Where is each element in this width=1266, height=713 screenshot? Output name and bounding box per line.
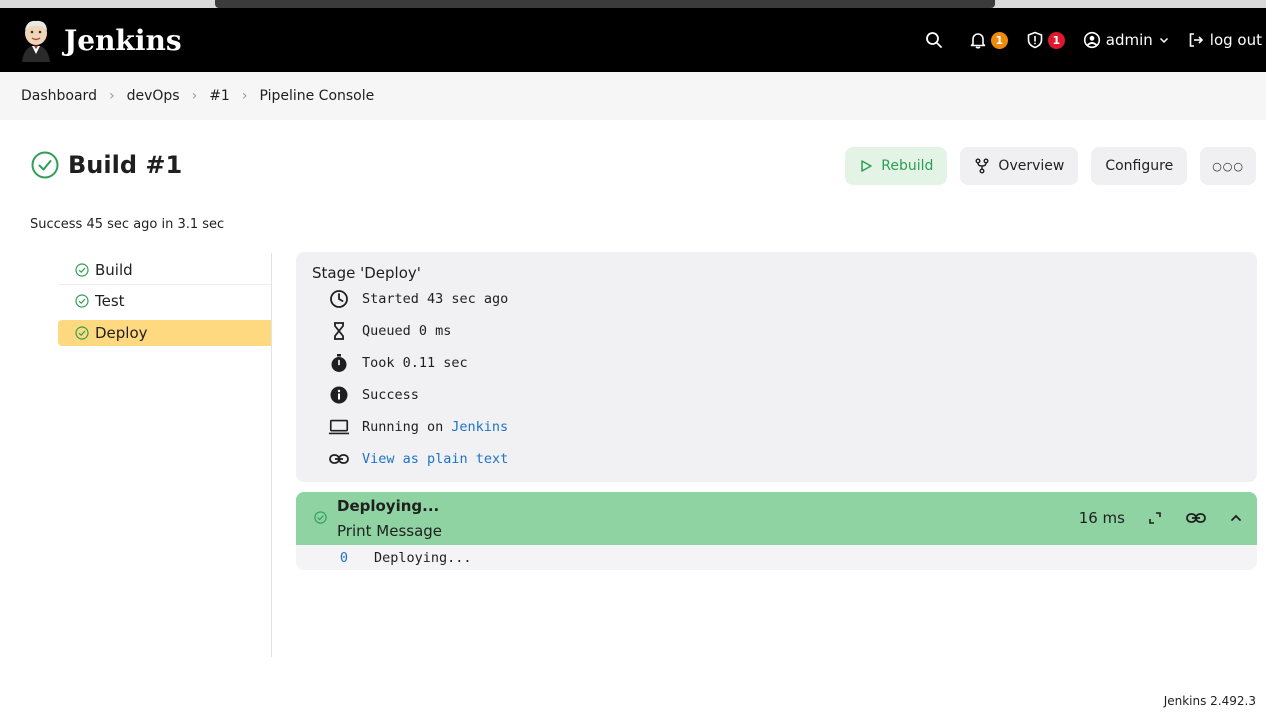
stage-took: Took 0.11 sec	[328, 352, 468, 374]
breadcrumb-build[interactable]: #1	[209, 88, 230, 104]
search-icon	[925, 32, 942, 48]
stage-plain-text: View as plain text	[328, 448, 508, 470]
link-icon	[1186, 513, 1206, 523]
hourglass-icon	[328, 320, 350, 342]
step-panel: Deploying... Print Message 16 ms 0 Deplo…	[296, 492, 1257, 570]
step-header[interactable]: Deploying... Print Message 16 ms	[296, 492, 1257, 545]
security-button[interactable]: 1	[1026, 31, 1065, 49]
success-check-icon	[314, 511, 327, 524]
step-subtitle: Print Message	[337, 522, 443, 540]
collapse-step-button[interactable]	[1229, 511, 1243, 525]
step-controls: 16 ms	[1079, 509, 1243, 527]
success-check-icon	[75, 326, 89, 340]
view-plain-text-link[interactable]: View as plain text	[362, 451, 508, 467]
build-title-row: Build #1	[30, 150, 182, 180]
stage-label: Build	[95, 261, 133, 279]
rebuild-button[interactable]: Rebuild	[845, 147, 948, 185]
configure-label: Configure	[1105, 158, 1174, 174]
breadcrumb-job[interactable]: devOps	[127, 88, 180, 104]
play-icon	[861, 160, 873, 172]
browser-top-strip	[0, 0, 1266, 8]
chevron-down-icon	[1159, 37, 1168, 44]
node-link[interactable]: Jenkins	[451, 419, 508, 435]
chevron-up-icon	[1231, 514, 1241, 521]
build-actions: Rebuild Overview Configure ○○○	[832, 147, 1256, 185]
stage-item-deploy[interactable]: Deploy	[58, 320, 271, 346]
logo-text: Jenkins	[64, 23, 182, 57]
stage-result: Success	[328, 384, 419, 406]
user-icon	[1083, 31, 1100, 49]
breadcrumb-dashboard[interactable]: Dashboard	[21, 88, 97, 104]
stage-label: Deploy	[95, 324, 148, 342]
stage-queued: Queued 0 ms	[328, 320, 451, 342]
logout-icon	[1189, 33, 1203, 47]
copy-link-button[interactable]	[1185, 510, 1207, 526]
stage-started: Started 43 sec ago	[328, 288, 508, 310]
clock-icon	[328, 288, 350, 310]
stage-item-test[interactable]: Test	[58, 288, 271, 314]
more-icon: ○○○	[1212, 159, 1244, 173]
jenkins-version[interactable]: Jenkins 2.492.3	[1164, 694, 1256, 708]
step-name: Deploying...	[337, 497, 440, 515]
jenkins-logo[interactable]: Jenkins	[18, 18, 182, 62]
link-icon	[328, 448, 350, 470]
stage-title: Stage 'Deploy'	[312, 264, 421, 282]
stage-label: Test	[95, 292, 125, 310]
breadcrumb-current[interactable]: Pipeline Console	[259, 88, 374, 104]
external-open-icon	[1149, 512, 1161, 524]
top-header: Jenkins 1 1 admin log out	[0, 8, 1266, 72]
info-icon	[328, 384, 350, 406]
build-status-text: Success 45 sec ago in 3.1 sec	[30, 217, 225, 232]
user-menu[interactable]: admin	[1083, 31, 1169, 49]
stage-details-card: Stage 'Deploy' Started 43 sec ago Queued…	[296, 252, 1257, 482]
breadcrumb-separator: ›	[108, 88, 115, 104]
success-check-icon	[75, 294, 89, 308]
configure-button[interactable]: Configure	[1091, 147, 1188, 185]
stage-running-on: Running on Jenkins	[328, 416, 508, 438]
logout-link[interactable]: log out	[1187, 31, 1262, 49]
success-check-icon	[75, 263, 89, 277]
step-duration: 16 ms	[1078, 509, 1125, 527]
stage-divider	[58, 284, 271, 285]
bell-icon	[970, 33, 986, 49]
browser-tab-bar	[215, 0, 995, 8]
breadcrumb: Dashboard › devOps › #1 › Pipeline Conso…	[0, 72, 1266, 120]
notifications-badge: 1	[990, 31, 1008, 49]
breadcrumb-separator: ›	[241, 88, 248, 104]
stopwatch-icon	[328, 352, 350, 374]
more-actions-button[interactable]: ○○○	[1200, 147, 1256, 185]
rebuild-label: Rebuild	[881, 158, 934, 174]
log-line: 0 Deploying...	[296, 550, 472, 566]
success-check-icon	[31, 151, 59, 179]
laptop-icon	[328, 416, 350, 438]
log-line-number[interactable]: 0	[296, 550, 348, 566]
open-step-button[interactable]	[1147, 510, 1163, 526]
jenkins-butler-icon	[22, 20, 50, 62]
notifications-button[interactable]: 1	[969, 31, 1008, 49]
search-button[interactable]	[925, 31, 943, 49]
stage-item-build[interactable]: Build	[58, 257, 271, 283]
user-name: admin	[1105, 31, 1153, 49]
page-title: Build #1	[68, 151, 183, 179]
branch-icon	[975, 158, 989, 174]
overview-button[interactable]: Overview	[960, 147, 1079, 185]
shield-icon	[1027, 31, 1043, 49]
security-badge: 1	[1047, 31, 1065, 49]
log-line-text: Deploying...	[374, 550, 472, 566]
breadcrumb-separator: ›	[191, 88, 198, 104]
header-actions: 1 1 admin log out	[925, 8, 1266, 72]
overview-label: Overview	[998, 158, 1065, 174]
logout-label: log out	[1209, 31, 1262, 49]
